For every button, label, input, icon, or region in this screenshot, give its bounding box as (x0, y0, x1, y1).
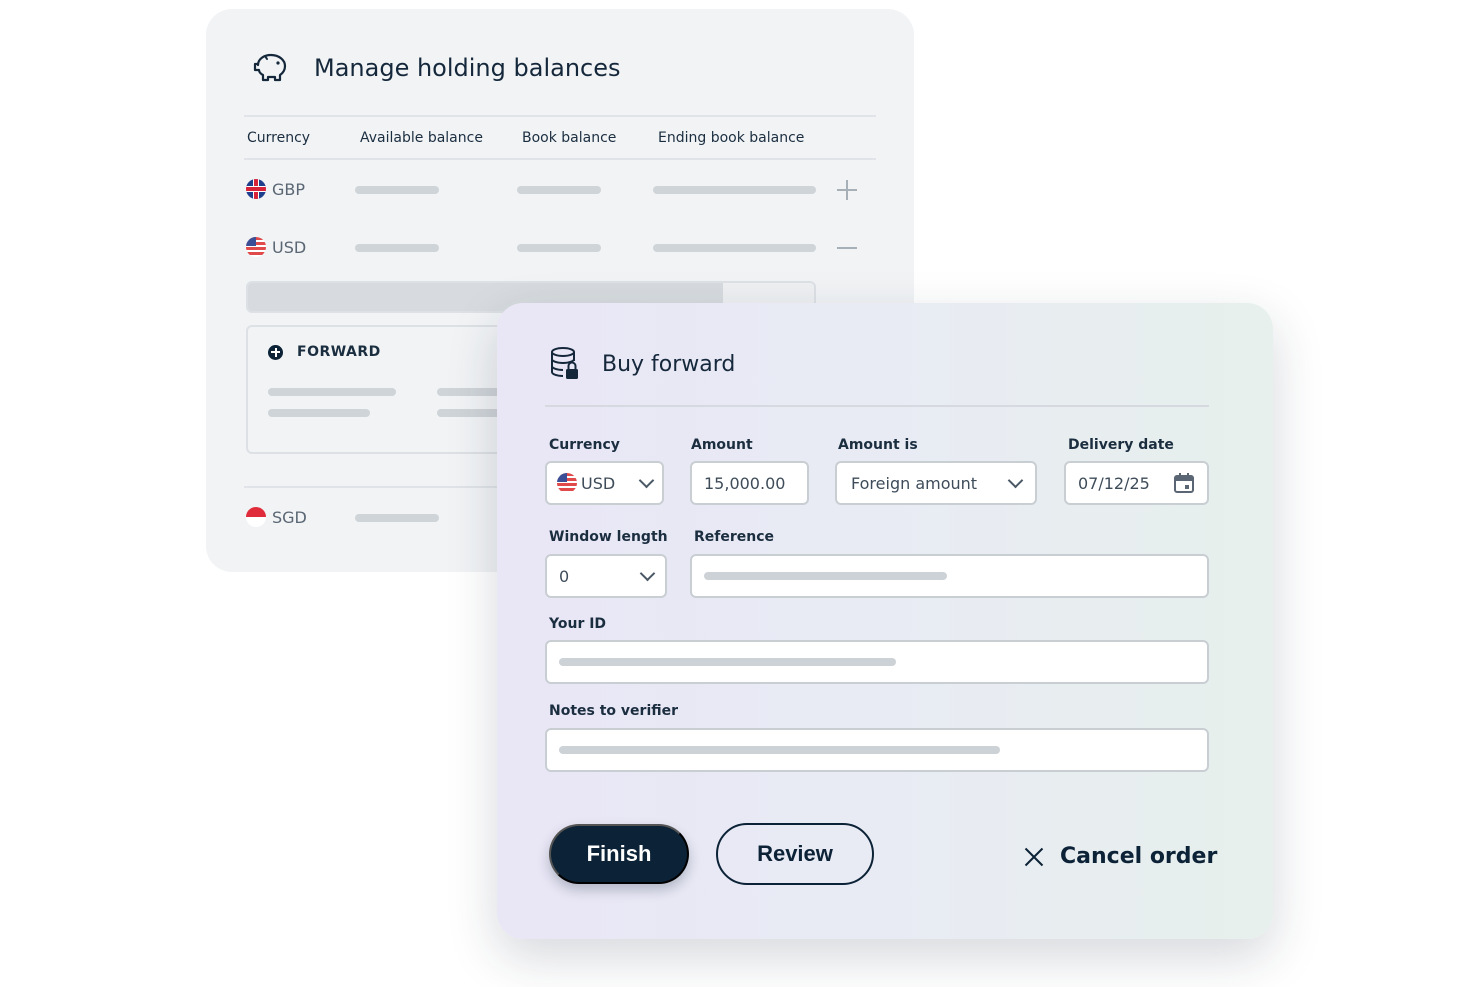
calendar-icon[interactable] (1173, 472, 1195, 494)
review-button[interactable]: Review (716, 823, 874, 885)
amount-is-select[interactable]: Foreign amount (835, 461, 1037, 505)
table-row-usd: USD (246, 237, 306, 257)
your-id-placeholder (559, 658, 896, 666)
column-header-available-balance: Available balance (360, 130, 483, 146)
ending-book-balance-placeholder (653, 244, 816, 252)
divider (244, 158, 876, 160)
reference-input[interactable] (690, 554, 1209, 598)
buy-forward-header: Buy forward (550, 347, 735, 381)
amount-value: 15,000.00 (704, 473, 786, 493)
cancel-order-button[interactable]: Cancel order (1024, 844, 1217, 869)
delivery-date-value: 07/12/25 (1078, 473, 1150, 493)
amount-label: Amount (691, 437, 753, 453)
table-row-sgd: SGD (246, 507, 307, 527)
holdings-title: Manage holding balances (314, 54, 621, 82)
buy-forward-title: Buy forward (602, 351, 736, 377)
forward-placeholder (268, 388, 396, 396)
delivery-date-label: Delivery date (1068, 437, 1174, 453)
currency-value: USD (581, 473, 616, 493)
column-header-currency: Currency (247, 130, 311, 146)
amount-is-label: Amount is (838, 437, 918, 453)
window-length-value: 0 (559, 566, 570, 586)
notes-placeholder (559, 746, 1000, 754)
currency-label: Currency (549, 437, 620, 453)
divider (545, 405, 1209, 407)
add-circle-icon (268, 344, 283, 360)
window-length-select[interactable]: 0 (545, 554, 667, 598)
plus-icon[interactable] (837, 180, 857, 200)
amount-is-value: Foreign amount (851, 473, 978, 493)
available-balance-placeholder (355, 514, 439, 522)
your-id-label: Your ID (549, 616, 607, 632)
reference-placeholder (704, 572, 947, 580)
chevron-down-icon (1007, 472, 1024, 488)
window-length-label: Window length (549, 529, 668, 545)
buy-forward-card: Buy forward Currency Amount Amount is De… (497, 303, 1273, 939)
holdings-header: Manage holding balances (250, 51, 621, 85)
available-balance-placeholder (355, 244, 439, 252)
currency-code: SGD (272, 507, 307, 527)
book-balance-placeholder (517, 244, 601, 252)
piggy-bank-icon (253, 53, 287, 82)
minus-icon[interactable] (837, 238, 857, 258)
notes-label: Notes to verifier (549, 703, 679, 719)
your-id-input[interactable] (545, 640, 1209, 684)
divider (244, 115, 876, 117)
uk-flag-icon (246, 179, 266, 199)
delivery-date-input[interactable]: 07/12/25 (1064, 461, 1209, 505)
reference-label: Reference (694, 529, 775, 545)
table-row-gbp: GBP (246, 179, 305, 199)
forward-label: FORWARD (297, 344, 381, 360)
column-header-book-balance: Book balance (522, 130, 617, 146)
available-balance-placeholder (355, 186, 439, 194)
ending-book-balance-placeholder (653, 186, 816, 194)
chevron-down-icon (639, 565, 656, 581)
database-lock-icon (551, 347, 578, 379)
currency-code: USD (272, 237, 307, 257)
us-flag-icon (557, 473, 577, 493)
forward-placeholder (268, 409, 370, 417)
forward-header[interactable]: FORWARD (268, 344, 381, 360)
amount-input[interactable]: 15,000.00 (690, 461, 809, 505)
book-balance-placeholder (517, 186, 601, 194)
us-flag-icon (246, 237, 266, 257)
finish-button[interactable]: Finish (549, 824, 689, 884)
notes-to-verifier-input[interactable] (545, 728, 1209, 772)
cancel-order-label: Cancel order (1060, 844, 1218, 869)
singapore-flag-icon (246, 507, 266, 527)
currency-code: GBP (272, 179, 306, 199)
column-header-ending-book-balance: Ending book balance (658, 130, 805, 146)
chevron-down-icon (638, 472, 655, 488)
close-icon (1024, 847, 1044, 867)
currency-select[interactable]: USD (545, 461, 664, 505)
